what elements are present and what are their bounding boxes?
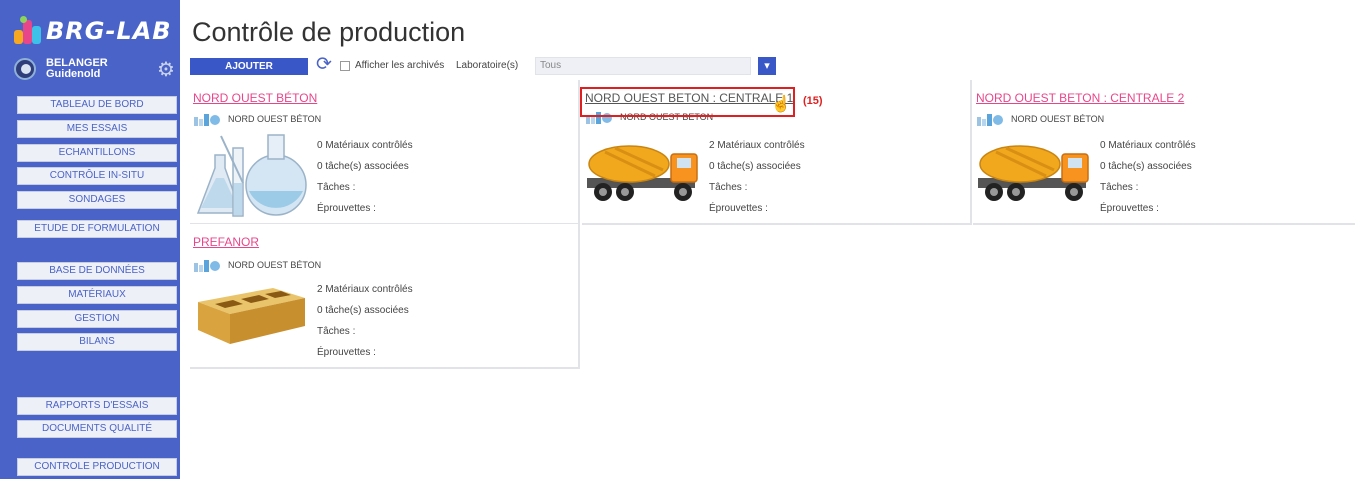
organization-icon: [976, 112, 1006, 126]
specimens-label: Éprouvettes :: [1100, 203, 1159, 214]
refresh-icon[interactable]: ⟳: [316, 55, 332, 75]
tasks-label: Tâches :: [317, 326, 356, 337]
card-organization: NORD OUEST BÉTON: [228, 114, 322, 124]
specimens-label: Éprouvettes :: [709, 203, 768, 214]
page-title: Contrôle de production: [192, 17, 466, 47]
tasks-count: 0 tâche(s) associées: [317, 161, 409, 172]
chevron-down-icon[interactable]: ▾: [758, 57, 776, 75]
nav-echantillons[interactable]: ECHANTILLONS: [17, 144, 177, 162]
show-archived-label: Afficher les archivés: [355, 60, 445, 71]
tasks-count: 0 tâche(s) associées: [709, 161, 801, 172]
app-logo[interactable]: BRG-LAB: [14, 14, 172, 48]
nav-sondages[interactable]: SONDAGES: [17, 191, 177, 209]
nav-bilans[interactable]: BILANS: [17, 333, 177, 351]
card-organization: NORD OUEST BÉTON: [228, 260, 322, 270]
add-button[interactable]: AJOUTER: [190, 58, 308, 75]
specimens-label: Éprouvettes :: [317, 347, 376, 358]
organization-icon: [193, 258, 223, 272]
tasks-label: Tâches :: [709, 182, 748, 193]
nav-etude-de-formulation[interactable]: ETUDE DE FORMULATION: [17, 220, 177, 238]
production-card: NORD OUEST BÉTON NORD OUEST BÉTON 0 Maté…: [190, 80, 580, 225]
logo-icon: [14, 16, 42, 46]
sidebar: BRG-LAB BELANGER Guidenold ⚙ TABLEAU DE …: [0, 0, 180, 479]
nav-mes-essais[interactable]: MES ESSAIS: [17, 120, 177, 138]
highlight-box: [580, 87, 795, 117]
header: Contrôle de production AJOUTER ⟳ Affiche…: [180, 0, 1355, 80]
production-card: NORD OUEST BETON : CENTRALE 2 NORD OUEST…: [973, 80, 1355, 225]
laboratory-glassware-image: [193, 133, 308, 219]
user-profile[interactable]: BELANGER Guidenold: [14, 58, 108, 80]
production-card: PREFANOR NORD OUEST BÉTON 2 Matériaux co…: [190, 224, 580, 369]
card-title-link[interactable]: NORD OUEST BETON : CENTRALE 2: [976, 91, 1184, 105]
specimens-label: Éprouvettes :: [317, 203, 376, 214]
tasks-count: 0 tâche(s) associées: [1100, 161, 1192, 172]
app-name: BRG-LAB: [46, 17, 172, 45]
gear-icon[interactable]: ⚙: [157, 60, 175, 80]
concrete-mixer-truck-image: [585, 140, 705, 204]
tasks-label: Tâches :: [317, 182, 356, 193]
show-archived-checkbox[interactable]: [340, 61, 350, 71]
hand-cursor-icon: ☝: [771, 96, 791, 113]
materials-count: 2 Matériaux contrôlés: [317, 284, 413, 295]
nav-tableau-de-bord[interactable]: TABLEAU DE BORD: [17, 96, 177, 114]
nav-gestion[interactable]: GESTION: [17, 310, 177, 328]
materials-count: 0 Matériaux contrôlés: [1100, 140, 1196, 151]
annotation-label: (15): [803, 95, 823, 107]
nav-materiaux[interactable]: MATÉRIAUX: [17, 286, 177, 304]
concrete-block-image: [193, 280, 308, 346]
concrete-mixer-truck-image: [976, 140, 1096, 204]
organization-icon: [193, 112, 223, 126]
card-organization: NORD OUEST BÉTON: [1011, 114, 1105, 124]
avatar: [14, 58, 36, 80]
nav-rapports-d-essais[interactable]: RAPPORTS D'ESSAIS: [17, 397, 177, 415]
laboratory-select[interactable]: Tous: [535, 57, 751, 75]
card-title-link[interactable]: PREFANOR: [193, 235, 259, 249]
user-firstname: Guidenold: [46, 68, 101, 80]
laboratory-label: Laboratoire(s): [456, 60, 519, 71]
nav-controle-production[interactable]: CONTROLE PRODUCTION: [17, 458, 177, 476]
materials-count: 2 Matériaux contrôlés: [709, 140, 805, 151]
materials-count: 0 Matériaux contrôlés: [317, 140, 413, 151]
tasks-label: Tâches :: [1100, 182, 1139, 193]
nav-base-de-donnees[interactable]: BASE DE DONNÉES: [17, 262, 177, 280]
nav-documents-qualite[interactable]: DOCUMENTS QUALITÉ: [17, 420, 177, 438]
card-title-link[interactable]: NORD OUEST BÉTON: [193, 91, 317, 105]
tasks-count: 0 tâche(s) associées: [317, 305, 409, 316]
nav-controle-in-situ[interactable]: CONTRÔLE IN-SITU: [17, 167, 177, 185]
